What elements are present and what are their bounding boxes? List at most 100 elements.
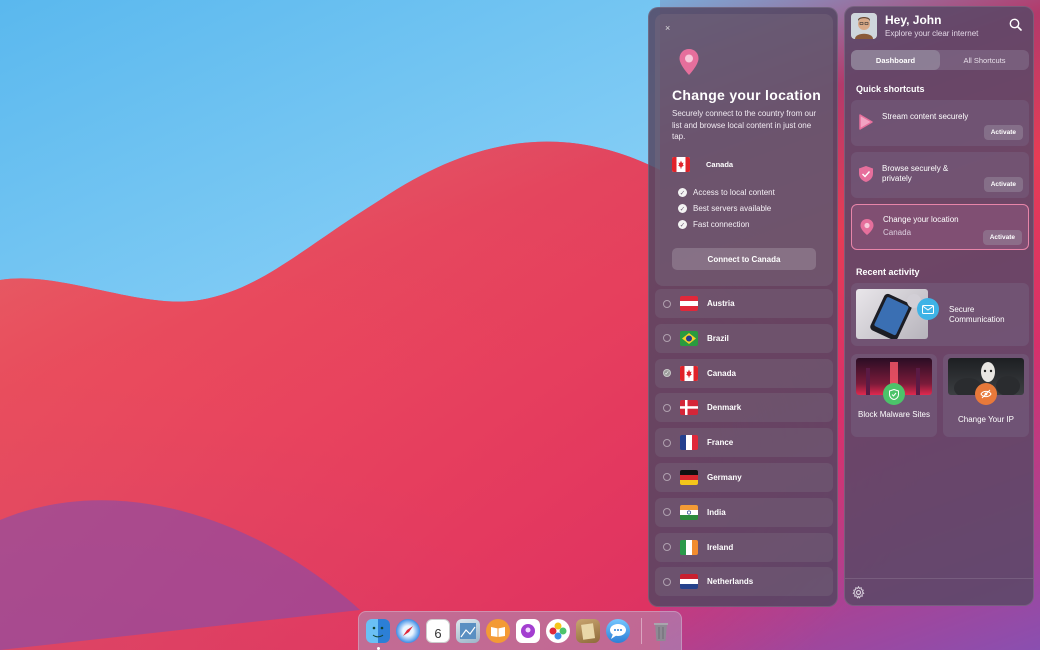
recent-label: Change Your IP (957, 415, 1015, 424)
selected-country-name: Canada (706, 160, 734, 169)
india-flag-icon (680, 504, 698, 520)
dock-separator (641, 618, 642, 644)
denmark-flag-icon (680, 400, 698, 416)
canada-flag-icon (672, 157, 690, 172)
feature-item: ✓ Fast connection (678, 220, 749, 229)
radio-button[interactable] (663, 334, 671, 343)
country-name: Canada (707, 368, 736, 378)
tab-dashboard[interactable]: Dashboard (851, 50, 940, 70)
feature-label: Fast connection (693, 220, 750, 229)
country-item-india[interactable]: India (655, 497, 833, 527)
messages-icon[interactable] (606, 619, 630, 643)
search-icon[interactable] (1009, 18, 1022, 31)
country-item-austria[interactable]: Austria (655, 289, 833, 318)
shortcut-title: Stream content securely (882, 112, 969, 121)
radio-button[interactable] (663, 473, 671, 482)
selected-country: Canada (672, 157, 733, 172)
shortcut-title: Change your location (883, 215, 959, 224)
greeting: Hey, John (885, 13, 942, 27)
shortcut-title: Browse securely & privately (882, 164, 949, 183)
radio-button[interactable] (663, 403, 671, 412)
country-name: Germany (707, 472, 742, 482)
photos-icon[interactable] (546, 619, 570, 643)
podcasts-icon[interactable] (516, 619, 540, 643)
radio-button-checked[interactable]: ✓ (663, 369, 671, 378)
radio-button[interactable] (663, 543, 671, 552)
recent-change-ip[interactable]: Change Your IP (943, 354, 1029, 437)
activate-button[interactable]: Activate (982, 230, 1022, 245)
close-button[interactable]: × (665, 23, 670, 33)
greeting-subtitle: Explore your clear internet (885, 29, 979, 38)
recent-label: Block Malware Sites (857, 410, 931, 419)
mail-icon (917, 298, 939, 320)
radio-button[interactable] (663, 438, 671, 447)
dock: 6 (358, 611, 682, 650)
country-item-denmark[interactable]: Denmark (655, 393, 833, 423)
country-name: Brazil (707, 333, 729, 343)
country-item-germany[interactable]: Germany (655, 462, 833, 492)
trash-icon[interactable] (649, 619, 673, 643)
netherlands-flag-icon (680, 574, 698, 590)
austria-flag-icon (680, 296, 698, 311)
preview-icon[interactable] (456, 619, 480, 643)
connect-button[interactable]: Connect to Canada (672, 248, 816, 270)
tab-bar: Dashboard All Shortcuts (851, 50, 1029, 70)
location-card: × Change your location Securely connect … (655, 14, 833, 286)
books-icon[interactable] (486, 619, 510, 643)
shortcut-stream[interactable]: Stream content securely Activate (851, 100, 1029, 146)
country-item-ireland[interactable]: Ireland (655, 532, 833, 562)
shortcut-browse[interactable]: Browse securely & privately Activate (851, 152, 1029, 198)
shield-icon (859, 166, 873, 182)
check-icon: ✓ (678, 220, 687, 229)
location-title: Change your location (672, 87, 822, 103)
app-panel: Hey, John Explore your clear internet Da… (844, 6, 1034, 606)
country-list: Austria Brazil ✓ Canada Denmark France G… (655, 289, 833, 602)
recent-secure-communication[interactable]: Secure Communication (851, 283, 1029, 346)
brazil-flag-icon (680, 330, 698, 346)
germany-flag-icon (680, 469, 698, 485)
country-item-france[interactable]: France (655, 428, 833, 458)
country-item-brazil[interactable]: Brazil (655, 323, 833, 353)
gear-icon[interactable] (852, 586, 865, 599)
finder-icon[interactable] (366, 619, 390, 643)
country-name: Denmark (707, 403, 742, 413)
ireland-flag-icon (680, 539, 698, 555)
country-item-canada[interactable]: ✓ Canada (655, 358, 833, 388)
feature-label: Best servers available (693, 204, 772, 213)
recent-label: Secure Communication (949, 305, 1005, 324)
activate-button[interactable]: Activate (983, 125, 1023, 140)
avatar[interactable] (851, 13, 877, 39)
divider (845, 578, 1033, 579)
country-name: France (707, 438, 734, 448)
location-description: Securely connect to the country from our… (672, 109, 817, 141)
check-icon: ✓ (678, 188, 687, 197)
quick-shortcuts-title: Quick shortcuts (856, 84, 925, 94)
radio-button[interactable] (663, 508, 671, 517)
radio-button[interactable] (663, 577, 671, 586)
location-panel: × Change your location Securely connect … (648, 7, 838, 607)
phone-thumbnail (856, 289, 928, 339)
country-item-netherlands[interactable]: Netherlands (655, 567, 833, 597)
calendar-icon[interactable]: 6 (426, 619, 450, 643)
notes-icon[interactable] (576, 619, 600, 643)
feature-label: Access to local content (693, 188, 775, 197)
shortcut-change-location[interactable]: Change your location Canada Activate (851, 204, 1029, 250)
hidden-eye-icon (975, 383, 997, 405)
country-name: Ireland (707, 542, 734, 552)
shortcut-subtitle: Canada (883, 228, 912, 237)
location-pin-icon (679, 49, 699, 75)
check-icon: ✓ (678, 204, 687, 213)
france-flag-icon (680, 435, 698, 451)
recent-block-malware[interactable]: Block Malware Sites (851, 354, 937, 437)
feature-item: ✓ Access to local content (678, 188, 775, 197)
safari-icon[interactable] (396, 619, 420, 643)
shield-check-icon (883, 383, 905, 405)
play-icon (859, 114, 873, 130)
feature-item: ✓ Best servers available (678, 204, 771, 213)
activate-button[interactable]: Activate (983, 177, 1023, 192)
tab-all-shortcuts[interactable]: All Shortcuts (940, 50, 1029, 70)
recent-activity-title: Recent activity (856, 267, 920, 277)
country-name: Netherlands (707, 577, 754, 587)
radio-button[interactable] (663, 299, 671, 308)
country-name: Austria (707, 299, 735, 308)
